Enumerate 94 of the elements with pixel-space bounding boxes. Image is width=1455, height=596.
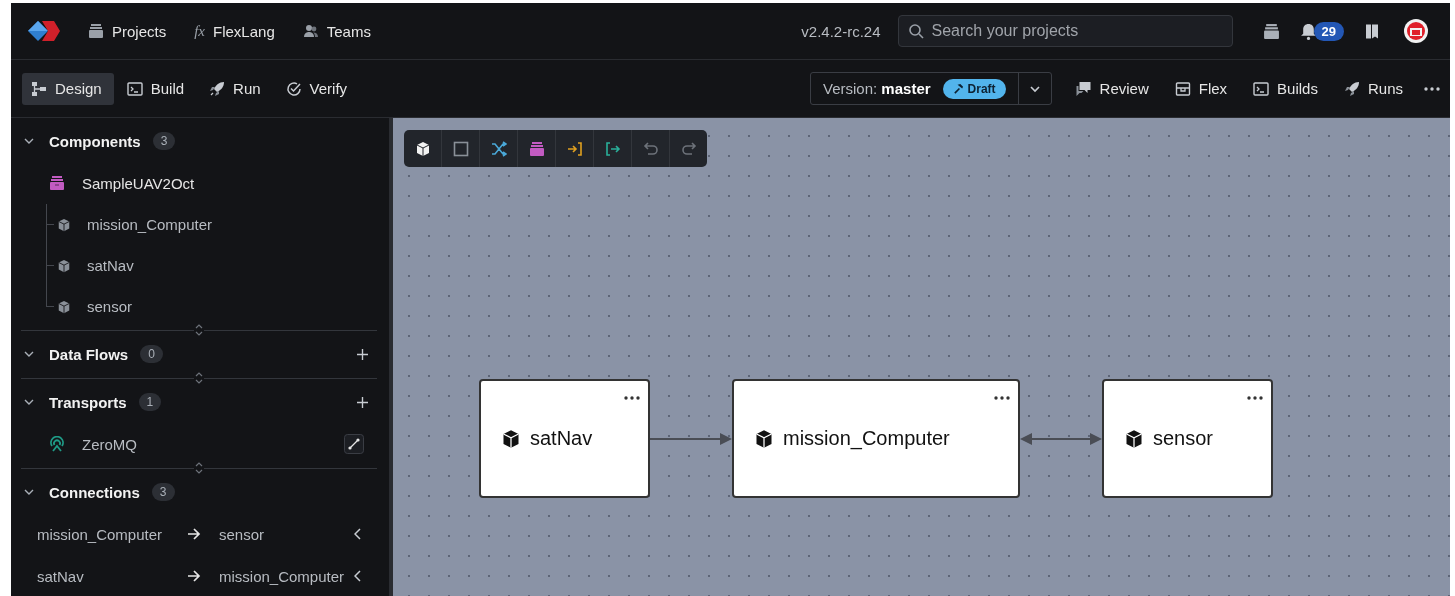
section-title[interactable]: Connections <box>49 483 140 501</box>
rocket-icon <box>1343 80 1360 97</box>
terminal-icon <box>126 80 143 97</box>
connection-target[interactable]: mission_Computer <box>219 567 354 585</box>
section-title[interactable]: Components <box>49 132 141 150</box>
version-text: Version: master <box>822 80 932 97</box>
square-icon <box>452 140 469 157</box>
undo-icon <box>642 140 659 157</box>
tree-item[interactable]: satNav <box>46 245 377 286</box>
status-badge: Draft <box>942 78 1006 99</box>
archive-icon <box>528 140 545 157</box>
chat-icon <box>1074 80 1092 97</box>
nav-link[interactable]: fx FlexLang <box>194 22 275 40</box>
more-icon[interactable] <box>1247 396 1263 400</box>
more-icon[interactable] <box>1424 86 1440 91</box>
terminal-icon <box>1253 80 1270 97</box>
package-icon <box>1174 80 1191 97</box>
toolbar-button[interactable]: Flex <box>1161 80 1241 97</box>
cube-icon <box>414 140 431 157</box>
cube-icon <box>57 217 71 232</box>
mode-tab[interactable]: Run <box>200 72 273 105</box>
component-node[interactable]: satNav <box>479 379 650 498</box>
chevron-left-icon[interactable] <box>354 570 362 582</box>
search-icon <box>907 23 924 39</box>
check-circle-icon <box>285 80 302 97</box>
tree-item[interactable]: SampleUAV2Oct <box>21 162 377 204</box>
notification-badge: 29 <box>1313 21 1344 41</box>
arrow-right-icon <box>187 528 201 540</box>
archive-icon <box>49 175 65 191</box>
transport-item[interactable]: ZeroMQ <box>21 423 377 465</box>
double-arrow[interactable] <box>1020 431 1102 446</box>
search-field[interactable]: Search your projects <box>897 15 1233 47</box>
output-icon <box>604 140 621 157</box>
formula-icon: fx <box>194 22 205 40</box>
node-label: satNav <box>530 427 593 450</box>
chevron-down-icon[interactable] <box>24 349 34 359</box>
nav-link[interactable]: Projects <box>88 22 167 40</box>
cube-icon <box>57 299 71 314</box>
resize-handle-icon[interactable] <box>194 371 204 385</box>
archive-icon <box>88 23 104 39</box>
count-badge: 0 <box>140 345 163 363</box>
nav-link[interactable]: Teams <box>302 22 371 40</box>
toolbar-button[interactable]: Builds <box>1240 80 1331 97</box>
archive-icon[interactable] <box>1262 22 1280 40</box>
resize-handle-icon[interactable] <box>194 323 204 337</box>
version-label: v2.4.2-rc.24 <box>801 22 881 40</box>
cube-icon <box>501 428 521 449</box>
hammer-icon <box>952 83 964 94</box>
input-icon <box>566 140 583 157</box>
more-icon[interactable] <box>624 396 640 400</box>
toolbar-button[interactable]: Runs <box>1330 80 1416 97</box>
cube-icon <box>57 258 71 273</box>
redo-icon <box>680 140 697 157</box>
more-icon[interactable] <box>994 396 1010 400</box>
people-icon <box>302 23 319 39</box>
shuffle-icon <box>490 140 507 157</box>
resize-handle-icon[interactable] <box>194 461 204 475</box>
cube-icon <box>754 428 774 449</box>
book-icon[interactable] <box>1364 22 1380 40</box>
tree-item[interactable]: sensor <box>46 286 377 327</box>
mode-tab[interactable]: Verify <box>276 72 360 105</box>
rocket-icon <box>209 80 226 97</box>
chevron-down-icon[interactable] <box>24 136 34 146</box>
avatar-icon[interactable] <box>1404 19 1428 43</box>
connection-source[interactable]: mission_Computer <box>37 525 187 543</box>
component-node[interactable]: sensor <box>1102 379 1273 498</box>
component-node[interactable]: mission_Computer <box>732 379 1020 498</box>
count-badge: 3 <box>152 132 176 150</box>
count-badge: 1 <box>138 393 162 411</box>
cube-icon <box>1124 428 1144 449</box>
connection-target[interactable]: sensor <box>219 525 354 543</box>
version-selector[interactable]: Version: master Draft <box>810 72 1052 105</box>
hierarchy-icon <box>31 80 47 97</box>
count-badge: 3 <box>151 483 175 501</box>
bell-icon[interactable] <box>1299 22 1317 40</box>
logo-icon[interactable] <box>28 21 60 41</box>
mode-tab[interactable]: Design <box>22 72 114 105</box>
plus-icon[interactable] <box>357 396 368 408</box>
connector-arrow[interactable] <box>650 431 732 446</box>
chevron-left-icon[interactable] <box>354 528 362 540</box>
node-label: sensor <box>1153 427 1214 450</box>
connection-source[interactable]: satNav <box>37 567 187 585</box>
arrow-right-icon <box>187 570 201 582</box>
plus-icon[interactable] <box>357 348 368 360</box>
section-title[interactable]: Data Flows <box>49 345 129 363</box>
node-label: mission_Computer <box>783 427 950 450</box>
tree-item[interactable]: mission_Computer <box>46 204 377 245</box>
mode-tab[interactable]: Build <box>117 72 197 105</box>
broadcast-icon <box>49 436 65 452</box>
toolbar-button[interactable]: Review <box>1061 80 1162 97</box>
chevron-down-icon[interactable] <box>24 397 34 407</box>
connect-icon[interactable] <box>344 434 364 454</box>
chevron-down-icon[interactable] <box>24 487 34 497</box>
section-title[interactable]: Transports <box>49 393 127 411</box>
